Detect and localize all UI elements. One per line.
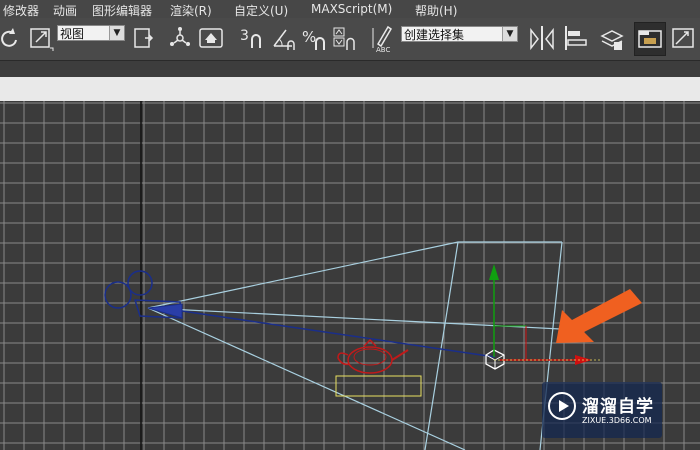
play-logo-icon — [548, 392, 576, 420]
snap-icon[interactable]: 3 — [238, 22, 266, 54]
watermark-title: 溜溜自学 — [582, 397, 654, 417]
mirror-icon[interactable] — [528, 22, 556, 54]
main-toolbar: 视图 ▼ 3 % ABC 创建选择集 ▼ — [0, 18, 700, 61]
menu-bar: 修改器 动画 图形编辑器 渲染(R) 自定义(U) MAXScript(M) 帮… — [0, 0, 700, 18]
placement-icon[interactable] — [198, 22, 224, 54]
watermark-url: ZIXUE.3D66.COM — [582, 416, 652, 425]
menu-maxscript[interactable]: MAXScript(M) — [311, 2, 392, 16]
edit-named-sets-icon[interactable]: ABC — [370, 22, 398, 54]
frustum-line — [424, 241, 459, 450]
menu-graph-editors[interactable]: 图形编辑器 — [92, 2, 152, 19]
menu-rendering[interactable]: 渲染(R) — [170, 2, 212, 19]
menu-modifiers[interactable]: 修改器 — [3, 2, 39, 19]
percent-snap-icon[interactable]: % — [302, 22, 328, 54]
named-selection-set-value: 创建选择集 — [404, 28, 465, 42]
undo-icon[interactable] — [0, 22, 20, 54]
ribbon-panel — [0, 77, 700, 101]
frustum-line — [147, 241, 562, 309]
layer-manager-icon[interactable] — [598, 22, 626, 54]
scene-explorer-icon[interactable] — [634, 22, 666, 56]
menu-customize[interactable]: 自定义(U) — [234, 2, 288, 19]
select-pivot-icon[interactable] — [130, 22, 158, 54]
ribbon-bar — [0, 61, 700, 77]
gizmo-y-arrow — [489, 264, 499, 280]
annotation-arrow — [556, 289, 642, 343]
teapot-bounding-box — [335, 375, 422, 397]
chevron-down-icon: ▼ — [109, 26, 124, 40]
graphite-icon[interactable] — [670, 22, 698, 54]
select-scale-icon[interactable] — [28, 22, 54, 54]
camera-reel — [104, 281, 132, 309]
chevron-down-icon: ▼ — [502, 27, 517, 41]
abc-label: ABC — [376, 46, 391, 54]
reference-coord-value: 视图 — [60, 27, 85, 41]
angle-snap-icon[interactable] — [270, 22, 298, 54]
move-icon[interactable] — [168, 22, 192, 54]
named-selection-set-dropdown[interactable]: 创建选择集 ▼ — [401, 26, 518, 42]
reference-coord-dropdown[interactable]: 视图 ▼ — [57, 25, 125, 41]
teapot-spout — [391, 349, 409, 361]
menu-animation[interactable]: 动画 — [53, 2, 77, 19]
align-icon[interactable] — [562, 22, 590, 54]
watermark: 溜溜自学 ZIXUE.3D66.COM — [542, 382, 662, 438]
menu-help[interactable]: 帮助(H) — [415, 2, 457, 19]
spinner-snap-icon[interactable] — [332, 22, 358, 54]
